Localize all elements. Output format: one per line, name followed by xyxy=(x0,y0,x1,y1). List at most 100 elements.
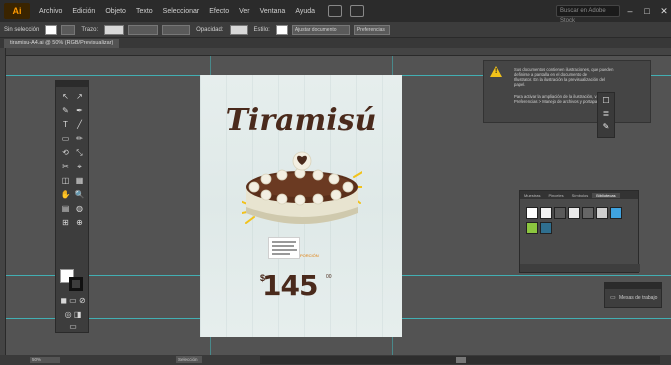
scrollbar-thumb[interactable] xyxy=(456,357,466,363)
swatches-panel-footer xyxy=(520,264,640,272)
swatch-white[interactable] xyxy=(526,207,538,219)
symbol-sprayer-tool-icon[interactable]: ⊕ xyxy=(74,217,85,228)
swatch-light[interactable] xyxy=(540,207,552,219)
hand-tool-icon[interactable]: ✋ xyxy=(60,189,71,200)
document-tab[interactable]: tiramisu-A4.ai @ 50% (RGB/Previsualizar) xyxy=(4,39,120,48)
menu-edicion[interactable]: Edición xyxy=(67,8,100,15)
scissors-tool-icon[interactable]: ✂ xyxy=(60,161,71,172)
warning-line-6: Preferencias > Manejo de archivos y port… xyxy=(514,99,609,104)
artboard[interactable]: Tiramisú PORCIÓN $ 145 00 xyxy=(200,75,402,337)
pen-tool-icon[interactable]: ✒ xyxy=(74,105,85,116)
maximize-button[interactable]: □ xyxy=(640,4,654,18)
zoom-level-field[interactable]: 50% xyxy=(30,357,60,363)
brush-dropdown[interactable] xyxy=(128,24,159,35)
line-tool-icon[interactable]: ╱ xyxy=(74,119,85,130)
close-button[interactable]: ✕ xyxy=(657,4,671,18)
swatch-teal[interactable] xyxy=(540,222,552,234)
tab-bibliotecas[interactable]: Bibliotecas xyxy=(592,192,620,198)
swatch-gray[interactable] xyxy=(554,207,566,219)
artboard-icon: ▭ xyxy=(610,295,616,301)
horizontal-scrollbar[interactable] xyxy=(260,356,660,364)
stroke-width-field[interactable] xyxy=(104,24,125,35)
free-transform-tool-icon[interactable]: ⌖ xyxy=(74,161,85,172)
swatch-dark-gray[interactable] xyxy=(582,207,594,219)
swatch-paper[interactable] xyxy=(568,207,580,219)
opacity-label: Opacidad: xyxy=(196,26,224,33)
collapsed-panel-dock: ☐ ≣ ✎ xyxy=(597,92,615,138)
menu-efecto[interactable]: Efecto xyxy=(204,8,234,15)
price-cents[interactable]: 00 xyxy=(326,274,332,280)
tools-panel-header[interactable] xyxy=(56,81,88,87)
control-bar: Sin selección Trazo: Opacidad: Estilo: A… xyxy=(0,22,671,38)
stock-search-input[interactable]: Buscar en Adobe Stock xyxy=(556,5,620,24)
menu-bar: Ai Archivo Edición Objeto Texto Seleccio… xyxy=(0,0,671,24)
fill-swatch[interactable] xyxy=(45,24,58,35)
stroke-label: Trazo: xyxy=(81,26,99,33)
menu-objeto[interactable]: Objeto xyxy=(100,8,131,15)
bridge-icon[interactable] xyxy=(350,5,365,17)
layers-icon[interactable]: ≣ xyxy=(601,109,611,119)
illustrator-window: Ai Archivo Edición Objeto Texto Seleccio… xyxy=(0,0,671,365)
artboards-panel: ▭ Mesas de trabajo xyxy=(604,282,662,308)
tab-simbolos[interactable]: Símbolos xyxy=(568,193,593,198)
profile-dropdown[interactable] xyxy=(162,24,191,35)
menu-ver[interactable]: Ver xyxy=(234,8,255,15)
properties-icon[interactable]: ☐ xyxy=(601,96,611,106)
warning-icon: ! xyxy=(490,66,502,77)
horizontal-ruler[interactable] xyxy=(6,48,671,56)
menu-seleccionar[interactable]: Seleccionar xyxy=(158,8,205,15)
fill-dropdown[interactable] xyxy=(61,24,76,35)
minimize-button[interactable]: – xyxy=(623,4,637,18)
workspace-icon[interactable] xyxy=(328,5,343,17)
menu-ventana[interactable]: Ventana xyxy=(255,8,291,15)
brush-icon[interactable]: ✎ xyxy=(601,122,611,132)
menu-texto[interactable]: Texto xyxy=(131,8,158,15)
swatches-panel-tabs: Muestras Pinceles Símbolos Bibliotecas xyxy=(520,191,638,199)
direct-selection-tool-icon[interactable]: ↗ xyxy=(74,91,85,102)
vertical-ruler[interactable] xyxy=(0,48,6,355)
graph-tool-icon[interactable]: ▤ xyxy=(60,203,71,214)
blend-tool-icon[interactable]: ◍ xyxy=(74,203,85,214)
paintbrush-tool-icon[interactable]: ✏ xyxy=(74,133,85,144)
current-tool-field[interactable]: Selección xyxy=(176,356,202,363)
document-tab-bar: tiramisu-A4.ai @ 50% (RGB/Previsualizar) xyxy=(0,38,671,48)
menu-archivo[interactable]: Archivo xyxy=(34,8,67,15)
swatch-silver[interactable] xyxy=(596,207,608,219)
opacity-field[interactable] xyxy=(229,24,248,35)
swatch-blue[interactable] xyxy=(610,207,622,219)
swatch-green[interactable] xyxy=(526,222,538,234)
type-tool-icon[interactable]: T xyxy=(60,119,71,130)
rotate-tool-icon[interactable]: ⟲ xyxy=(60,147,71,158)
poster-title[interactable]: Tiramisú xyxy=(200,103,402,138)
selection-status: Sin selección xyxy=(4,26,40,33)
screen-mode-icon[interactable]: ▭ xyxy=(60,321,86,332)
document-setup-button[interactable]: Ajustar documento xyxy=(291,24,350,35)
compatibility-warning-panel: ! Sus documentos contienen ilustraciones… xyxy=(483,60,651,123)
portion-tag[interactable]: PORCIÓN xyxy=(300,253,319,258)
artboard-tool-icon[interactable]: ⊞ xyxy=(60,217,71,228)
shape-builder-tool-icon[interactable]: ◫ xyxy=(60,175,71,186)
preferences-button[interactable]: Preferencias xyxy=(353,24,390,35)
rectangle-tool-icon[interactable]: ▭ xyxy=(60,133,71,144)
stroke-color-box[interactable] xyxy=(69,277,83,291)
scale-tool-icon[interactable]: ⤡ xyxy=(74,147,85,158)
cake-illustration[interactable] xyxy=(242,147,362,233)
app-logo: Ai xyxy=(4,3,30,19)
selection-tool-icon[interactable]: ↖ xyxy=(60,91,71,102)
description-box[interactable] xyxy=(268,237,300,259)
style-swatch[interactable] xyxy=(275,24,288,35)
zoom-tool-icon[interactable]: 🔍 xyxy=(74,189,85,200)
pencil-tool-icon[interactable]: ✎ xyxy=(60,105,71,116)
tab-pinceles[interactable]: Pinceles xyxy=(544,193,567,198)
tab-muestras[interactable]: Muestras xyxy=(520,193,544,198)
menu-ayuda[interactable]: Ayuda xyxy=(290,8,320,15)
warning-line-4: papel. xyxy=(514,82,526,87)
artboards-panel-label[interactable]: Mesas de trabajo xyxy=(619,295,657,301)
mesh-tool-icon[interactable]: ▦ xyxy=(74,175,85,186)
style-label: Estilo: xyxy=(253,26,270,33)
price-value[interactable]: 145 xyxy=(262,269,318,302)
color-mode-icons[interactable]: ◼ ▭ ⊘ xyxy=(60,295,86,306)
swatches-panel: Muestras Pinceles Símbolos Bibliotecas xyxy=(519,190,640,273)
draw-mode-icons[interactable]: ◎ ◨ xyxy=(60,309,86,320)
artboards-panel-header[interactable] xyxy=(605,283,661,289)
